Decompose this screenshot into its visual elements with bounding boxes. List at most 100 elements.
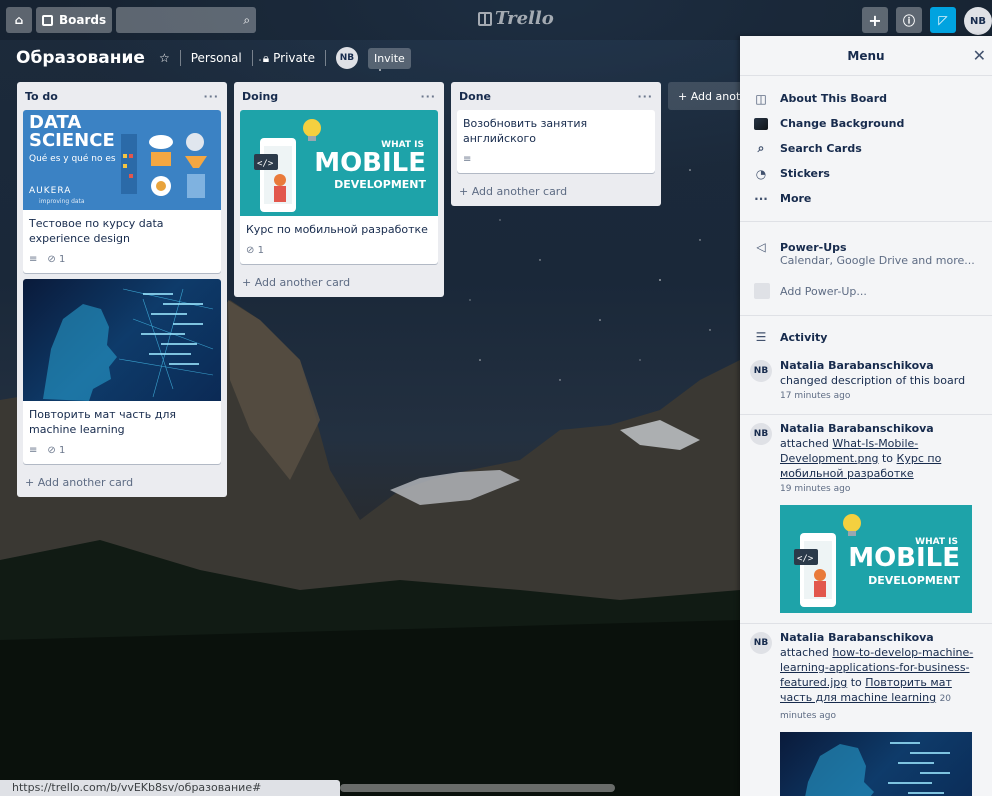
activity-item: NB Natalia Barabanschikova changed descr… <box>740 352 992 415</box>
card-cover-data-science: DATA SCIENCE Qué es y qué no es AUKERA i… <box>23 110 221 210</box>
list-todo: To do ··· DATA SCIENCE Qué es y qué no e… <box>17 82 227 497</box>
list-header: To do ··· <box>23 82 221 110</box>
card[interactable]: DATA SCIENCE Qué es y qué no es AUKERA i… <box>23 110 221 273</box>
cover-subtitle: Qué es y qué no es <box>29 154 116 164</box>
card-title: Курс по мобильной разработке <box>246 223 428 236</box>
search-input[interactable]: ⌕ <box>116 7 257 33</box>
user-avatar[interactable]: NB <box>964 7 992 35</box>
list-header: Done ··· <box>457 82 655 110</box>
card-cover-mobile-development: </> WHAT IS MOBILE DEVELOPMENT <box>240 110 438 216</box>
bell-icon: ◸ <box>938 13 948 27</box>
list-menu-icon[interactable]: ··· <box>203 90 219 103</box>
add-list-button[interactable]: + Add anoth <box>668 82 748 110</box>
menu-header: Menu ✕ <box>740 36 992 76</box>
card[interactable]: </> WHAT IS MOBILE DEVELOPMENT Курс по м… <box>240 110 438 264</box>
menu-item-about[interactable]: ◫ About This Board <box>754 86 978 111</box>
menu-item-stickers[interactable]: ◔ Stickers <box>754 161 978 186</box>
card-badges: ≡ ⊘ 1 <box>29 443 215 458</box>
cover-development: DEVELOPMENT <box>334 178 426 191</box>
privacy-button[interactable]: 🔒︎ Private <box>263 51 315 66</box>
activity-user[interactable]: Natalia Barabanschikova <box>780 631 934 644</box>
paperclip-icon: ⊘ <box>246 245 255 256</box>
card-cover-machine-learning <box>23 279 221 401</box>
activity-user[interactable]: Natalia Barabanschikova <box>780 422 934 435</box>
powerups-section: ◁ Power-Ups Calendar, Google Drive and m… <box>740 222 992 316</box>
card[interactable]: Возобновить занятия английского ≡ <box>457 110 655 173</box>
close-icon[interactable]: ✕ <box>973 46 986 65</box>
board-icon: ◫ <box>755 91 767 106</box>
boards-button[interactable]: Boards <box>36 7 113 33</box>
list-title[interactable]: Doing <box>242 90 278 103</box>
menu-main-section: ◫ About This Board Change Background ⌕ S… <box>740 76 992 222</box>
activity-item: NB Natalia Barabanschikova attached how-… <box>740 624 992 796</box>
lock-icon: 🔒︎ <box>262 50 270 65</box>
divider <box>179 50 181 66</box>
list-title[interactable]: Done <box>459 90 491 103</box>
activity-text: Natalia Barabanschikova attached how-to-… <box>780 630 982 796</box>
more-icon: ··· <box>754 191 768 206</box>
search-icon: ⌕ <box>757 141 765 155</box>
info-icon: ⓘ <box>902 13 915 28</box>
description-icon: ≡ <box>463 154 472 165</box>
machine-learning-illustration <box>805 742 950 796</box>
sticker-icon: ◔ <box>755 166 767 181</box>
description-icon: ≡ <box>29 445 38 456</box>
paperclip-icon: ⊘ <box>47 254 56 265</box>
activity-avatar[interactable]: NB <box>750 423 772 445</box>
attachment-badge: ⊘ 1 <box>47 445 66 456</box>
plus-icon: + <box>868 10 882 30</box>
attachment-badge: ⊘ 1 <box>246 245 264 256</box>
horizontal-scrollbar[interactable] <box>340 784 615 792</box>
card-body: Курс по мобильной разработке ⊘ 1 <box>240 216 438 264</box>
paperclip-icon: ⊘ <box>47 445 56 456</box>
activity-avatar[interactable]: NB <box>750 360 772 382</box>
card-body: Возобновить занятия английского ≡ <box>457 110 655 173</box>
member-avatar[interactable]: NB <box>335 47 358 69</box>
add-card-button[interactable]: + Add another card <box>23 470 221 491</box>
menu-item-more[interactable]: ··· More <box>754 186 978 211</box>
card-title: Возобновить занятия английского <box>463 117 588 145</box>
notifications-button[interactable]: ◸ <box>930 7 956 33</box>
attachment-preview-image[interactable]: </> WHAT IS MOBILE DEVELOPMENT <box>780 505 972 613</box>
activity-user[interactable]: Natalia Barabanschikova <box>780 359 934 372</box>
create-button[interactable]: + <box>862 7 888 33</box>
data-science-illustration <box>121 133 207 198</box>
card[interactable]: Повторить мат часть для machine learning… <box>23 279 221 464</box>
trello-logo[interactable]: Trello <box>478 8 554 29</box>
star-icon[interactable]: ☆ <box>159 51 170 65</box>
activity-avatar[interactable]: NB <box>750 632 772 654</box>
invite-button[interactable]: Invite <box>367 47 411 69</box>
powerups-subtitle: Calendar, Google Drive and more... <box>780 254 975 267</box>
menu-title: Menu <box>847 48 885 63</box>
list-title[interactable]: To do <box>25 90 58 103</box>
board-header: Образование ☆ Personal 🔒︎ Private NB Inv… <box>16 44 411 72</box>
menu-item-search-cards[interactable]: ⌕ Search Cards <box>754 136 978 161</box>
list-done: Done ··· Возобновить занятия английского… <box>451 82 661 206</box>
add-card-button[interactable]: + Add another card <box>457 179 655 200</box>
add-card-button[interactable]: + Add another card <box>240 270 438 291</box>
cover-title: SCIENCE <box>29 130 115 151</box>
activity-icon: ☰ <box>755 330 767 344</box>
activity-text: Natalia Barabanschikova changed descript… <box>780 358 982 404</box>
list-menu-icon[interactable]: ··· <box>420 90 436 103</box>
attachment-preview-image[interactable] <box>780 732 972 796</box>
home-button[interactable]: ⌂ <box>6 7 32 33</box>
rocket-icon: ◁ <box>756 240 766 254</box>
divider <box>324 50 326 66</box>
header-actions: + ⓘ ◸ NB <box>862 7 992 35</box>
info-button[interactable]: ⓘ <box>896 7 922 33</box>
activity-item: NB Natalia Barabanschikova attached What… <box>740 415 992 624</box>
description-icon: ≡ <box>29 254 38 265</box>
activity-text: Natalia Barabanschikova attached What-Is… <box>780 421 982 613</box>
card-badges: ≡ ⊘ 1 <box>29 252 215 267</box>
list-menu-icon[interactable]: ··· <box>637 90 653 103</box>
board-title[interactable]: Образование <box>16 48 145 68</box>
menu-item-change-background[interactable]: Change Background <box>754 111 978 136</box>
activity-time[interactable]: 17 minutes ago <box>780 389 982 404</box>
svg-text:</>: </> <box>257 159 274 169</box>
team-visibility-button[interactable]: Personal <box>191 51 242 65</box>
board-menu-panel: Menu ✕ ◫ About This Board Change Backgro… <box>740 36 992 796</box>
add-powerup-button[interactable]: Add Power-Up... <box>754 283 978 299</box>
card-body: Повторить мат часть для machine learning… <box>23 401 221 464</box>
activity-time[interactable]: 19 minutes ago <box>780 482 982 497</box>
